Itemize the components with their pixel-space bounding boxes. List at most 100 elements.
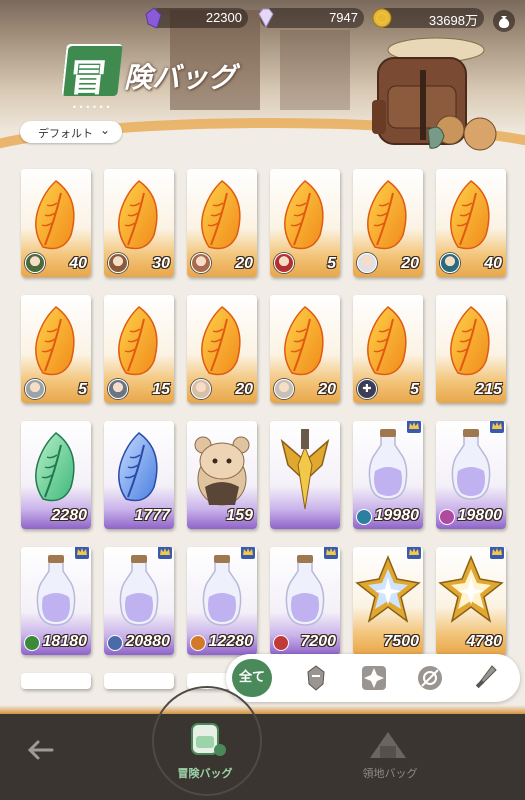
house-silhouette [280,30,350,110]
item-card[interactable]: 20880 [104,547,174,655]
crystal-count: 22300 [205,10,242,25]
item-card[interactable]: 20 [353,169,423,277]
sort-dropdown-label: デフォルト [38,127,93,140]
money-bag-icon [498,16,510,28]
character-avatar-icon [108,379,128,399]
item-card[interactable]: ✚ 5 [353,295,423,403]
item-card[interactable]: 40 [436,169,506,277]
item-quantity: 19800 [457,507,503,524]
item-card[interactable]: 159 [187,421,257,529]
item-card[interactable]: 20 [187,295,257,403]
sword-icon[interactable] [470,662,502,694]
gold-currency[interactable]: 33698万 [372,8,484,28]
item-quantity: 4780 [466,633,502,650]
diamond-currency[interactable]: 7947 [258,8,364,29]
item-card[interactable]: 12280 [187,547,257,655]
item-quantity: 5 [410,381,419,398]
element-icon [439,509,455,525]
element-icon [190,635,206,651]
crown-icon [490,547,504,559]
filter-all-button[interactable]: 全て [232,659,272,697]
item-card[interactable]: 4780 [436,547,506,655]
bottom-nav [0,714,525,800]
item-quantity: 20 [401,255,419,272]
item-quantity: 30 [152,255,170,272]
adventure-bag-nav-icon[interactable] [180,716,230,760]
title-badge-char: 冒 [66,56,110,100]
item-quantity: 2280 [51,507,87,524]
nav-adventure-label[interactable]: 冒険バッグ [165,765,245,781]
item-card[interactable]: 7200 [270,547,340,655]
item-card[interactable]: 40 [21,169,91,277]
diamond-icon [258,8,274,29]
element-icon [356,509,372,525]
diamond-count: 7947 [329,10,358,25]
compass-star-icon[interactable] [358,662,390,694]
purple-crystal-icon [145,7,162,29]
character-avatar-icon [440,253,460,273]
gold-coin-icon [372,8,392,28]
element-icon [273,635,289,651]
back-arrow-icon[interactable] [24,734,56,766]
item-card[interactable]: 20 [187,169,257,277]
item-quantity: 5 [78,381,87,398]
item-quantity: 7200 [300,633,336,650]
gold-count: 33698万 [428,13,478,28]
item-grid: 40 30 20 5 20 40 5 15 20 20 ✚ 5 215 2280… [18,162,508,692]
character-avatar-icon [108,253,128,273]
backpack-illustration [372,37,497,151]
crown-icon [490,421,504,433]
item-card[interactable]: 19800 [436,421,506,529]
sort-dropdown[interactable]: デフォルト ⌄ [20,121,122,143]
item-quantity: 5 [327,255,336,272]
item-card[interactable]: 5 [270,169,340,277]
category-filter-bar: 全て [226,654,520,702]
item-quantity: 1777 [134,507,170,524]
character-avatar-icon [357,253,377,273]
warrior-helmet-icon[interactable] [300,662,332,694]
item-card[interactable]: 2280 [21,421,91,529]
item-card[interactable]: 19980 [353,421,423,529]
page-title: 険バッグ [124,61,237,94]
item-card[interactable]: 7500 [353,547,423,655]
emblem-icon [280,429,330,510]
item-quantity: 15 [152,381,170,398]
item-quantity: 20 [235,381,253,398]
element-icon [24,635,40,651]
title-badge: 冒 [61,44,123,100]
item-quantity: 20 [318,381,336,398]
item-card[interactable]: 215 [436,295,506,403]
crown-icon [158,547,172,559]
item-card[interactable]: 30 [104,169,174,277]
territory-bag-nav-icon[interactable] [364,722,412,762]
title-dots: •••••• [72,103,113,112]
item-quantity: 7500 [383,633,419,650]
item-card-partial[interactable] [104,673,174,689]
character-avatar-icon [274,379,294,399]
crown-icon [324,547,338,559]
item-quantity: 18180 [42,633,88,650]
item-quantity: 40 [484,255,502,272]
character-avatar-icon [191,379,211,399]
item-quantity: 19980 [374,507,420,524]
chevron-down-icon: ⌄ [100,123,111,137]
item-card[interactable]: 1777 [104,421,174,529]
item-quantity: 20880 [125,633,171,650]
target-arrow-icon[interactable] [414,662,446,694]
item-quantity: 40 [69,255,87,272]
crystal-currency[interactable]: 22300 [145,7,248,29]
item-quantity: 20 [235,255,253,272]
item-card[interactable]: 15 [104,295,174,403]
character-avatar-icon [25,253,45,273]
crown-icon [75,547,89,559]
item-card[interactable]: 5 [21,295,91,403]
nav-territory-label[interactable]: 領地バッグ [350,765,430,781]
item-card-partial[interactable] [21,673,91,689]
money-bag-button[interactable] [493,10,515,32]
character-avatar-icon [274,253,294,273]
puzzle-piece-icon: ✚ [357,379,377,399]
item-card[interactable] [270,421,340,529]
character-avatar-icon [25,379,45,399]
item-card[interactable]: 18180 [21,547,91,655]
item-card[interactable]: 20 [270,295,340,403]
